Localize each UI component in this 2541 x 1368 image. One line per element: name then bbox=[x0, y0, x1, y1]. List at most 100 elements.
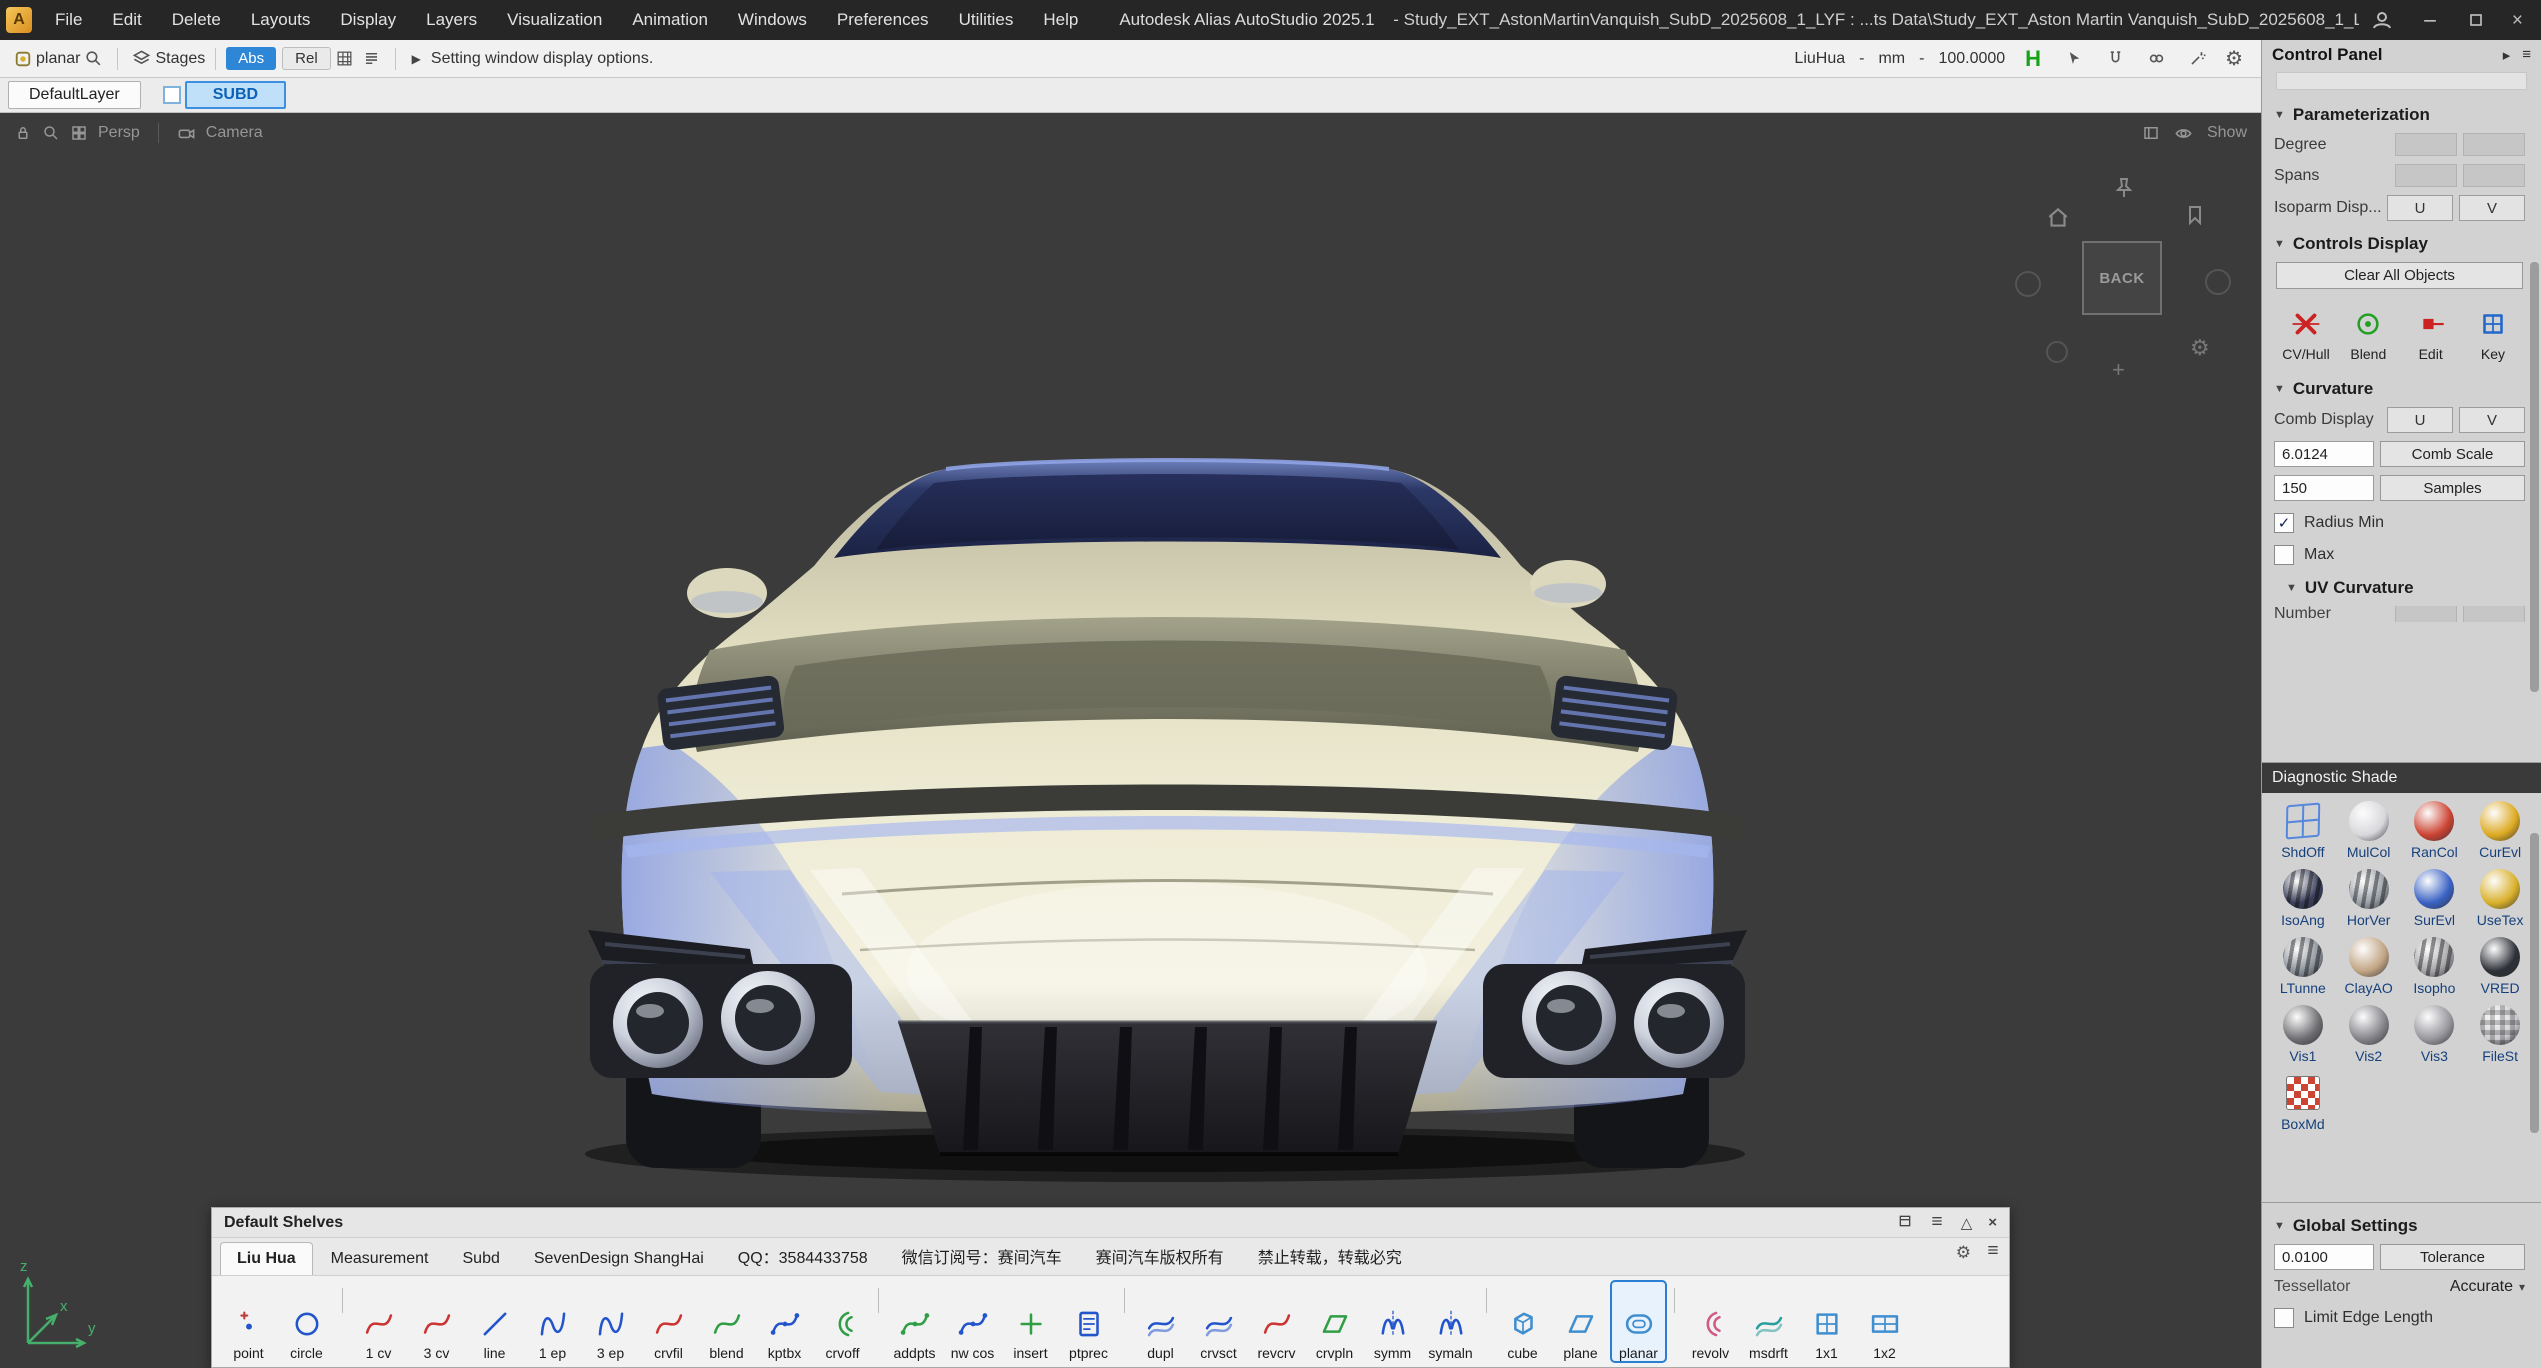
shelf-tool[interactable]: revolv bbox=[1682, 1280, 1739, 1363]
shelf-tool[interactable] bbox=[872, 1280, 885, 1363]
menu-item[interactable]: File bbox=[40, 10, 97, 30]
shade-mode-item[interactable]: Vis1 bbox=[2270, 1005, 2336, 1064]
magnet-icon[interactable] bbox=[2106, 49, 2125, 68]
isoparm-v-button[interactable]: V bbox=[2459, 195, 2525, 221]
shelf-tool[interactable]: blend bbox=[698, 1280, 755, 1363]
shelf-tool[interactable] bbox=[1118, 1280, 1131, 1363]
menu-item[interactable]: Delete bbox=[157, 10, 236, 30]
panel-split-icon[interactable] bbox=[2142, 124, 2160, 142]
section-controls-display[interactable]: ▼Controls Display bbox=[2274, 234, 2525, 254]
stages-icon[interactable] bbox=[132, 49, 151, 68]
shelf-options-icon[interactable] bbox=[1985, 1242, 2001, 1263]
viewport-zoom-icon[interactable] bbox=[42, 124, 60, 142]
spans-v-field[interactable] bbox=[2463, 164, 2525, 187]
shade-mode-item[interactable]: LTunne bbox=[2270, 937, 2336, 996]
section-uv-curvature[interactable]: ▼UV Curvature bbox=[2286, 578, 2525, 598]
section-parameterization[interactable]: ▼Parameterization bbox=[2274, 105, 2525, 125]
scrollbar-thumb[interactable] bbox=[2530, 833, 2539, 1133]
menu-item[interactable]: Utilities bbox=[944, 10, 1029, 30]
bookmark-icon[interactable] bbox=[2183, 203, 2207, 232]
shelf-tab[interactable]: SevenDesign ShangHai bbox=[518, 1243, 720, 1275]
menu-item[interactable]: Animation bbox=[617, 10, 723, 30]
shelf-tool[interactable]: 1 ep bbox=[524, 1280, 581, 1363]
uv-number-field-2[interactable] bbox=[2463, 606, 2525, 622]
show-menu-label[interactable]: Show bbox=[2207, 124, 2247, 142]
shelf-tool[interactable]: 1x1 bbox=[1798, 1280, 1855, 1363]
shade-mode-item[interactable]: HorVer bbox=[2336, 869, 2402, 928]
shelf-tool[interactable]: symm bbox=[1364, 1280, 1421, 1363]
degree-v-field[interactable] bbox=[2463, 133, 2525, 156]
units-label[interactable]: mm bbox=[1878, 50, 1905, 68]
list-options-icon[interactable] bbox=[362, 49, 381, 68]
scrollbar-thumb[interactable] bbox=[2530, 262, 2539, 692]
shelf-tool[interactable]: ptprec bbox=[1060, 1280, 1117, 1363]
shelf-tab[interactable]: Subd bbox=[447, 1243, 516, 1275]
shelf-tool[interactable]: kptbx bbox=[756, 1280, 813, 1363]
shade-mode-item[interactable]: SurEvl bbox=[2402, 869, 2468, 928]
perspective-viewport[interactable]: Persp Camera Show bbox=[0, 113, 2261, 1368]
menu-item[interactable]: Display bbox=[325, 10, 411, 30]
shelf-tool[interactable]: crvoff bbox=[814, 1280, 871, 1363]
comb-v-button[interactable]: V bbox=[2459, 407, 2525, 433]
shelf-tab[interactable]: Measurement bbox=[315, 1243, 445, 1275]
camera-label[interactable]: Camera bbox=[206, 124, 263, 142]
layer-tab-default[interactable]: DefaultLayer bbox=[8, 81, 141, 109]
dock-icon[interactable] bbox=[1897, 1213, 1913, 1233]
diagnostic-shade-header[interactable]: Diagnostic Shade bbox=[2262, 763, 2541, 793]
model-render-car-rear[interactable] bbox=[560, 452, 1775, 1192]
shelf-tool[interactable]: nw cos bbox=[944, 1280, 1001, 1363]
samples-input[interactable]: 150 bbox=[2274, 475, 2374, 501]
menu-item[interactable]: Layouts bbox=[236, 10, 326, 30]
shelf-tool[interactable]: point bbox=[220, 1280, 277, 1363]
minimize-button[interactable] bbox=[2420, 10, 2440, 30]
shelf-tool[interactable] bbox=[1668, 1280, 1681, 1363]
shelf-tool[interactable]: plane bbox=[1552, 1280, 1609, 1363]
shelf-tool[interactable]: 3 ep bbox=[582, 1280, 639, 1363]
history-toggle[interactable]: H bbox=[2025, 46, 2041, 72]
shade-mode-item[interactable]: Vis3 bbox=[2402, 1005, 2468, 1064]
panel-menu-icon[interactable]: ≡ bbox=[2522, 46, 2531, 64]
shelf-tool[interactable] bbox=[1480, 1280, 1493, 1363]
shelf-tool[interactable] bbox=[336, 1280, 349, 1363]
shade-mode-item[interactable]: ShdOff bbox=[2270, 801, 2336, 860]
camera-icon[interactable] bbox=[177, 124, 196, 143]
shelf-tool[interactable]: 1x2 bbox=[1856, 1280, 1913, 1363]
viewcube-rotate-right-icon[interactable] bbox=[2205, 269, 2231, 295]
isoparm-u-button[interactable]: U bbox=[2387, 195, 2453, 221]
shade-mode-item[interactable]: UseTex bbox=[2467, 869, 2533, 928]
menu-item[interactable]: Edit bbox=[97, 10, 156, 30]
shelf-tool[interactable]: 3 cv bbox=[408, 1280, 465, 1363]
shelf-tool[interactable]: 1 cv bbox=[350, 1280, 407, 1363]
shelf-tab[interactable]: Liu Hua bbox=[220, 1242, 313, 1275]
home-view-icon[interactable] bbox=[2045, 205, 2071, 236]
max-checkbox[interactable] bbox=[2274, 545, 2294, 565]
shelf-tool[interactable]: planar bbox=[1610, 1280, 1667, 1363]
shelf-tool[interactable]: msdrft bbox=[1740, 1280, 1797, 1363]
menu-item[interactable]: Preferences bbox=[822, 10, 944, 30]
comb-scale-input[interactable]: 6.0124 bbox=[2274, 441, 2374, 467]
shade-mode-item[interactable]: FileSt bbox=[2467, 1005, 2533, 1064]
shade-mode-item[interactable]: CurEvl bbox=[2467, 801, 2533, 860]
shade-mode-item[interactable]: Isopho bbox=[2402, 937, 2468, 996]
zoom-plus-icon[interactable]: + bbox=[2112, 359, 2125, 381]
visibility-eye-icon[interactable] bbox=[2174, 124, 2193, 143]
shade-mode-item[interactable]: MulCol bbox=[2336, 801, 2402, 860]
lock-icon[interactable] bbox=[14, 124, 32, 142]
viewcube-settings-gear-icon[interactable]: ⚙ bbox=[2190, 337, 2210, 359]
shelf-tool[interactable]: dupl bbox=[1132, 1280, 1189, 1363]
degree-u-field[interactable] bbox=[2395, 133, 2457, 156]
view-name-label[interactable]: Persp bbox=[98, 124, 140, 142]
shelf-tab[interactable]: QQ：3584433758 bbox=[722, 1237, 884, 1275]
user-avatar[interactable] bbox=[2370, 8, 2394, 32]
link-icon[interactable] bbox=[2147, 49, 2166, 68]
shelf-tool[interactable]: line bbox=[466, 1280, 523, 1363]
maximize-button[interactable] bbox=[2466, 10, 2486, 30]
scale-value[interactable]: 100.0000 bbox=[1938, 50, 2005, 68]
shelf-tab[interactable]: 微信订阅号：赛间汽车 bbox=[886, 1237, 1078, 1275]
controls-display-item[interactable]: Key bbox=[2463, 307, 2523, 362]
controls-display-item[interactable]: Edit bbox=[2401, 307, 2461, 362]
orbit-control-icon[interactable] bbox=[2046, 341, 2068, 363]
pin-view-icon[interactable] bbox=[2112, 176, 2136, 205]
shelf-tool[interactable]: revcrv bbox=[1248, 1280, 1305, 1363]
shelf-tab[interactable]: 赛间汽车版权所有 bbox=[1080, 1237, 1240, 1275]
